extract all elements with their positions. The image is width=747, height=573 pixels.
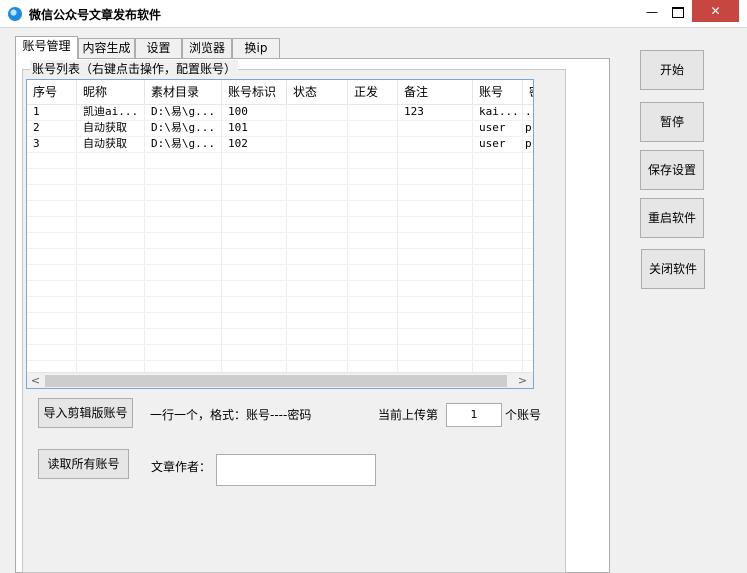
column-header-password[interactable]: 密 bbox=[523, 80, 533, 104]
cell-status bbox=[287, 104, 348, 120]
author-label: 文章作者： bbox=[151, 460, 212, 474]
cell-publishing bbox=[348, 104, 398, 120]
cell-remark bbox=[398, 136, 473, 152]
close-app-button[interactable]: 关闭软件 bbox=[641, 249, 705, 289]
column-header-status[interactable]: 状态 bbox=[287, 80, 348, 104]
scroll-left-icon[interactable]: < bbox=[27, 373, 44, 388]
cell-password: .. bbox=[525, 105, 533, 118]
cell-status bbox=[287, 120, 348, 136]
cell-index: 1 bbox=[33, 105, 40, 118]
cell-nickname: 凯迪ai... bbox=[83, 105, 139, 118]
cell-account: user bbox=[479, 121, 506, 134]
cell-account-id: 101 bbox=[228, 121, 248, 134]
app-logo-icon bbox=[8, 7, 22, 21]
cell-password: p bbox=[525, 121, 532, 134]
restart-app-button[interactable]: 重启软件 bbox=[640, 198, 704, 238]
format-hint-label: 一行一个，格式：账号----密码 bbox=[150, 408, 312, 422]
current-upload-index-input[interactable]: 1 bbox=[446, 403, 502, 427]
cell-nickname: 自动获取 bbox=[83, 121, 127, 134]
cell-index: 3 bbox=[33, 137, 40, 150]
read-all-accounts-button[interactable]: 读取所有账号 bbox=[38, 449, 129, 479]
cell-account-id: 100 bbox=[228, 105, 248, 118]
import-clipboard-button[interactable]: 导入剪辑版账号 bbox=[38, 398, 133, 428]
column-header-account[interactable]: 账号 bbox=[473, 80, 523, 104]
cell-material-dir: D:\易\g... bbox=[151, 121, 215, 134]
cell-account: user bbox=[479, 137, 506, 150]
start-button[interactable]: 开始 bbox=[640, 50, 704, 90]
tab-account-management[interactable]: 账号管理 bbox=[15, 36, 78, 59]
window-title: 微信公众号文章发布软件 bbox=[29, 8, 162, 22]
table-row[interactable]: 1 凯迪ai... D:\易\g... 100 123 kai... .. bbox=[27, 104, 533, 120]
maximize-button[interactable] bbox=[666, 2, 690, 22]
tab-browser[interactable]: 浏览器 bbox=[182, 38, 232, 58]
cell-password: p bbox=[525, 137, 532, 150]
minimize-button[interactable]: — bbox=[640, 2, 664, 22]
cell-remark bbox=[398, 120, 473, 136]
account-list-view[interactable]: 序号 昵称 素材目录 账号标识 状态 正发 备注 账号 密 bbox=[26, 79, 534, 389]
cell-index: 2 bbox=[33, 121, 40, 134]
table-row[interactable]: 3 自动获取 D:\易\g... 102 user p bbox=[27, 136, 533, 152]
column-header-account-id[interactable]: 账号标识 bbox=[222, 80, 287, 104]
column-header-remark[interactable]: 备注 bbox=[398, 80, 473, 104]
save-settings-button[interactable]: 保存设置 bbox=[640, 150, 704, 190]
upload-prefix-label: 当前上传第 bbox=[378, 408, 439, 422]
cell-account-id: 102 bbox=[228, 137, 248, 150]
column-header-material-dir[interactable]: 素材目录 bbox=[145, 80, 222, 104]
maximize-icon bbox=[672, 7, 684, 18]
horizontal-scrollbar[interactable]: < > bbox=[27, 372, 533, 388]
cell-publishing bbox=[348, 120, 398, 136]
cell-status bbox=[287, 136, 348, 152]
list-header: 序号 昵称 素材目录 账号标识 状态 正发 备注 账号 密 bbox=[27, 80, 533, 105]
account-list-group-label: 账号列表（右键点击操作，配置账号） bbox=[30, 60, 239, 77]
author-input[interactable] bbox=[216, 454, 376, 486]
pause-button[interactable]: 暂停 bbox=[640, 102, 704, 142]
upload-suffix-label: 个账号 bbox=[505, 408, 542, 422]
column-header-index[interactable]: 序号 bbox=[27, 80, 77, 104]
column-header-nickname[interactable]: 昵称 bbox=[77, 80, 145, 104]
cell-material-dir: D:\易\g... bbox=[151, 105, 215, 118]
cell-account: kai... bbox=[479, 105, 519, 118]
cell-material-dir: D:\易\g... bbox=[151, 137, 215, 150]
minimize-icon: — bbox=[646, 5, 658, 19]
title-bar: 微信公众号文章发布软件 — ✕ bbox=[0, 0, 747, 28]
scroll-right-icon[interactable]: > bbox=[514, 373, 531, 388]
table-row[interactable]: 2 自动获取 D:\易\g... 101 user p bbox=[27, 120, 533, 136]
cell-publishing bbox=[348, 136, 398, 152]
list-body: 1 凯迪ai... D:\易\g... 100 123 kai... .. 2 … bbox=[27, 104, 533, 372]
close-button[interactable]: ✕ bbox=[692, 0, 739, 22]
close-icon: ✕ bbox=[710, 4, 721, 18]
tab-content-generation[interactable]: 内容生成 bbox=[78, 38, 135, 58]
cell-nickname: 自动获取 bbox=[83, 137, 127, 150]
column-header-publishing[interactable]: 正发 bbox=[348, 80, 398, 104]
cell-remark: 123 bbox=[404, 105, 424, 118]
tab-settings[interactable]: 设置 bbox=[135, 38, 182, 58]
scrollbar-thumb[interactable] bbox=[45, 375, 507, 387]
tab-change-ip[interactable]: 换ip bbox=[232, 38, 280, 58]
